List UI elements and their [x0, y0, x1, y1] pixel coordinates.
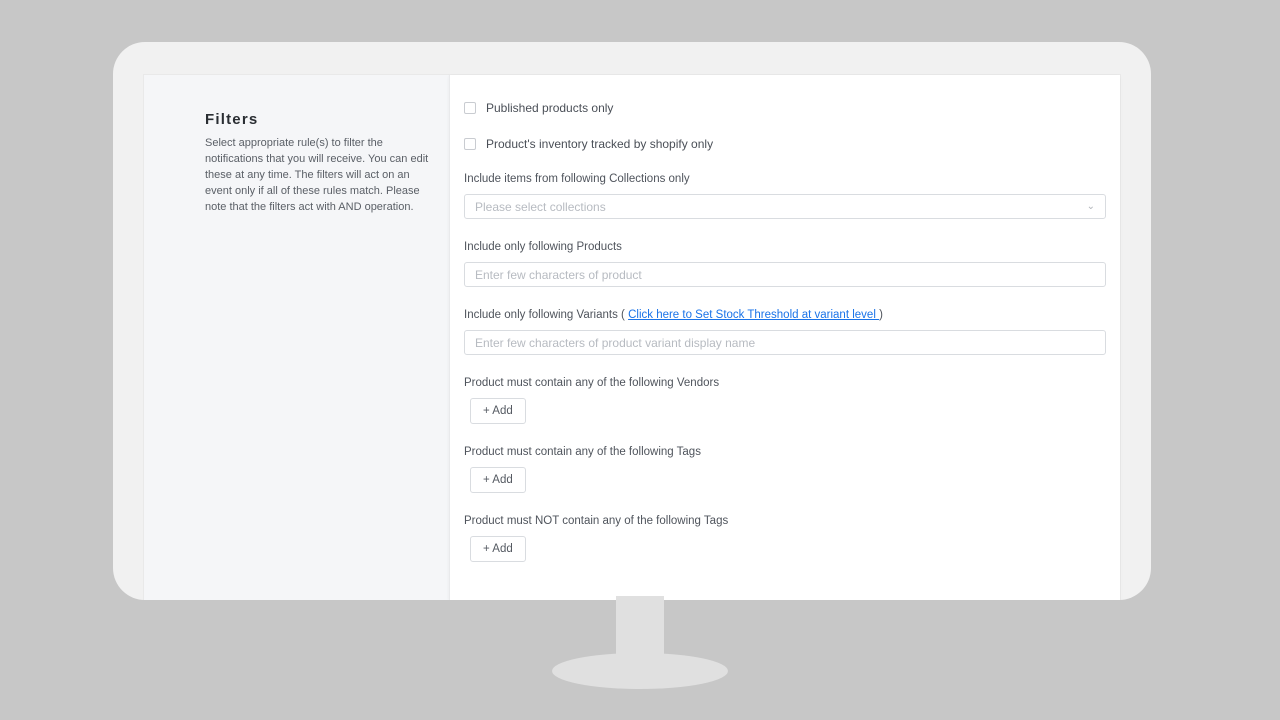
published-only-row: Published products only	[464, 101, 1106, 115]
variants-label: Include only following Variants ( Click …	[464, 309, 1106, 321]
collections-select[interactable]: Please select collections ⌄	[464, 194, 1106, 219]
variants-section: Include only following Variants ( Click …	[464, 309, 1106, 355]
inventory-tracked-label: Product's inventory tracked by shopify o…	[486, 137, 713, 151]
vendors-label: Product must contain any of the followin…	[464, 377, 1106, 389]
variants-label-suffix: )	[879, 309, 883, 321]
published-only-checkbox[interactable]	[464, 102, 476, 114]
vendors-section: Product must contain any of the followin…	[464, 377, 1106, 424]
collections-label: Include items from following Collections…	[464, 173, 1106, 185]
app-canvas: Filters Select appropriate rule(s) to fi…	[144, 75, 1120, 600]
products-section: Include only following Products	[464, 241, 1106, 287]
sidebar: Filters Select appropriate rule(s) to fi…	[144, 75, 449, 600]
collections-placeholder: Please select collections	[475, 200, 606, 214]
products-input[interactable]	[464, 262, 1106, 287]
add-tag-include-button[interactable]: + Add	[470, 467, 526, 493]
inventory-tracked-checkbox[interactable]	[464, 138, 476, 150]
monitor-stand-base	[552, 653, 728, 689]
collections-section: Include items from following Collections…	[464, 173, 1106, 219]
products-label: Include only following Products	[464, 241, 1106, 253]
chevron-down-icon: ⌄	[1087, 201, 1095, 212]
add-tag-exclude-button[interactable]: + Add	[470, 536, 526, 562]
inventory-tracked-row: Product's inventory tracked by shopify o…	[464, 137, 1106, 151]
filters-form: Published products only Product's invent…	[449, 75, 1120, 600]
published-only-label: Published products only	[486, 101, 613, 115]
tags-exclude-section: Product must NOT contain any of the foll…	[464, 515, 1106, 562]
sidebar-description: Select appropriate rule(s) to filter the…	[205, 136, 429, 216]
tags-include-section: Product must contain any of the followin…	[464, 446, 1106, 493]
variants-threshold-link[interactable]: Click here to Set Stock Threshold at var…	[628, 309, 879, 321]
monitor-mock: Filters Select appropriate rule(s) to fi…	[0, 0, 1280, 720]
tags-include-label: Product must contain any of the followin…	[464, 446, 1106, 458]
monitor-screen: Filters Select appropriate rule(s) to fi…	[113, 42, 1151, 600]
tags-exclude-label: Product must NOT contain any of the foll…	[464, 515, 1106, 527]
variants-label-prefix: Include only following Variants (	[464, 309, 628, 321]
variants-input[interactable]	[464, 330, 1106, 355]
sidebar-title: Filters	[205, 111, 429, 128]
add-vendor-button[interactable]: + Add	[470, 398, 526, 424]
